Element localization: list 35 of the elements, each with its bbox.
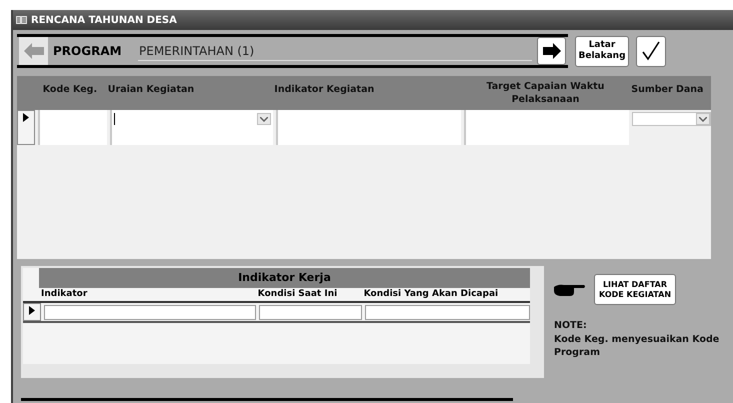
code-list-button[interactable]: LIHAT DAFTAR KODE KEGIATAN bbox=[594, 274, 676, 305]
column-header: Kondisi Yang Akan Dicapai bbox=[364, 288, 500, 301]
column-header: Kode Keg. bbox=[42, 82, 98, 96]
record-selector[interactable] bbox=[23, 303, 41, 321]
record-selector[interactable] bbox=[17, 110, 35, 145]
program-field[interactable]: PEMERINTAHAN (1) bbox=[138, 41, 532, 61]
left-arrow-icon bbox=[24, 43, 44, 59]
input-field[interactable] bbox=[276, 110, 461, 145]
right-arrow-icon bbox=[542, 43, 560, 59]
checkmark-icon bbox=[641, 41, 661, 61]
background-button[interactable]: Latar Belakang bbox=[575, 36, 629, 66]
input-field[interactable] bbox=[464, 110, 629, 145]
confirm-button[interactable] bbox=[636, 36, 666, 66]
pointing-hand-icon bbox=[554, 284, 586, 296]
column-header: Uraian Kegiatan bbox=[108, 82, 196, 96]
current-record-icon bbox=[28, 306, 35, 315]
next-button[interactable] bbox=[537, 37, 566, 65]
input-field[interactable] bbox=[259, 304, 362, 320]
column-header: Indikator bbox=[41, 288, 88, 301]
form-icon bbox=[16, 16, 27, 24]
column-header: Kondisi Saat Ini bbox=[258, 288, 338, 301]
input-field[interactable] bbox=[44, 304, 256, 320]
program-label: PROGRAM bbox=[53, 43, 123, 60]
current-record-icon bbox=[22, 113, 29, 122]
column-header: Target Capaian Waktu Pelaksanaan bbox=[486, 80, 606, 107]
column-header: Indikator Kegiatan bbox=[274, 82, 376, 96]
window-title: RENCANA TAHUNAN DESA bbox=[31, 14, 177, 28]
input-field[interactable] bbox=[364, 304, 530, 320]
column-header: Sumber Dana bbox=[631, 82, 704, 96]
note-title: NOTE: bbox=[554, 319, 588, 333]
subform-title: Indikator Kerja bbox=[39, 268, 530, 288]
input-field[interactable] bbox=[38, 110, 108, 145]
combo-field[interactable] bbox=[110, 110, 274, 145]
note-text: Kode Keg. menyesuaikan Kode Program bbox=[554, 333, 720, 360]
previous-button[interactable] bbox=[19, 37, 48, 65]
